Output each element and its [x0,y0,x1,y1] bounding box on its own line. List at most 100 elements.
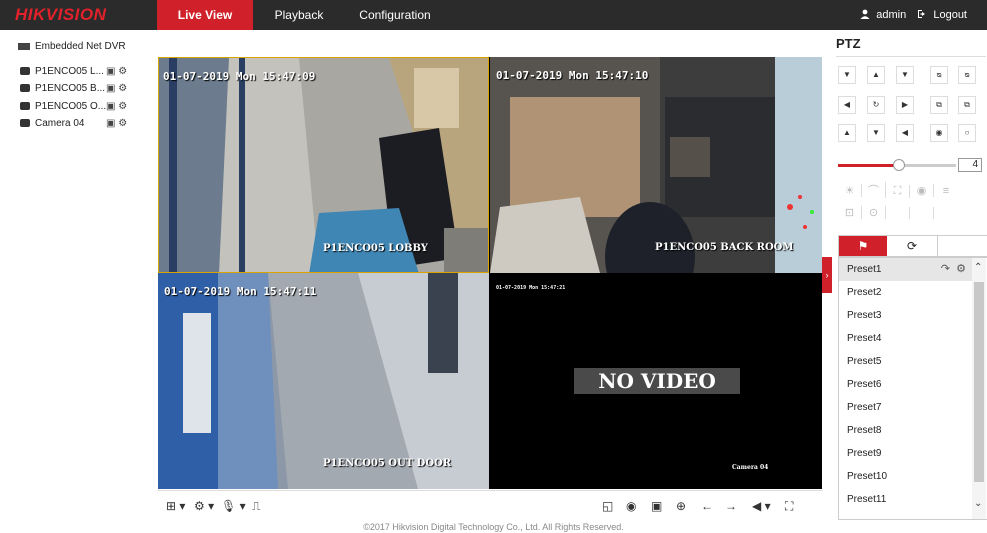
list-item[interactable]: Preset4 [839,327,972,350]
ptz-up-left[interactable]: ▼ [838,66,856,84]
preset-label: Preset5 [847,356,882,367]
device-tree: Embedded Net DVR P1ENCO05 L... ▣ ⚙ P1ENC… [0,30,157,533]
audio-talk-button[interactable]: 🎙 ▾ [221,499,246,513]
list-item[interactable]: Preset6 [839,373,972,396]
window-layout-button[interactable]: ⊞ ▾ [166,499,185,513]
username: admin [876,9,907,21]
ptz-auto-icon[interactable]: ↻ [867,96,885,114]
list-item[interactable]: Preset5 [839,350,972,373]
ptz-down[interactable]: ▼ [867,124,885,142]
tree-item-camera-1[interactable]: P1ENCO05 L... ▣ ⚙ [20,66,127,80]
focus-near-icon[interactable]: ⧉ [930,96,948,114]
ptz-divider [836,56,986,57]
preset-label: Preset4 [847,333,882,344]
list-item[interactable]: Preset1 ↷ ⚙ [839,258,972,281]
zoom-in-icon[interactable]: ᴓ [930,66,948,84]
record-ptz-icons[interactable]: ▣ ⚙ [106,118,127,129]
iris-close-icon[interactable]: ○ [958,124,976,142]
volume-icon[interactable]: ◀ ▾ [752,499,771,513]
ptz-right[interactable]: ▶ [896,96,914,114]
tree-root-dvr[interactable]: Embedded Net DVR [18,41,126,52]
video-grid: 01-07-2019 Mon 15:47:09 P1ENCO05 LOBBY 0… [158,57,822,489]
tab-configuration[interactable]: Configuration [350,0,440,30]
fullscreen-icon[interactable]: ⛶ [785,499,793,514]
osd-timestamp: 01-07-2019 Mon 15:47:11 [164,285,317,298]
ptz-title: PTZ [836,36,861,51]
camera-label: P1ENCO05 L... [35,66,104,77]
ptz-function-row-2: ⊡ ⊙ [838,206,982,226]
video-pane-out-door[interactable]: 01-07-2019 Mon 15:47:11 P1ENCO05 OUT DOO… [158,273,489,489]
ptz-tabs: ⚑ ⟳ [838,235,987,257]
video-feed-out-door [158,273,489,489]
tree-item-camera-2[interactable]: P1ENCO05 B... ▣ ⚙ [20,83,127,97]
focus-far-icon[interactable]: ⧉ [958,96,976,114]
collapse-ptz-handle[interactable]: › [822,257,832,293]
stop-all-button[interactable]: ⎍ [252,499,260,514]
3d-zoom-icon[interactable]: ⊙ [862,206,886,219]
record-ptz-icons[interactable]: ▣ ⚙ [106,83,127,94]
camera-label: P1ENCO05 B... [35,83,106,94]
tab-playback[interactable]: Playback [262,0,336,30]
preset-scrollbar[interactable]: ⌃ ⌄ [972,258,986,519]
light-icon[interactable]: ☀ [838,184,862,197]
ptz-down-left[interactable]: ▲ [838,124,856,142]
preset-label: Preset9 [847,448,882,459]
record-ptz-icons[interactable]: ▣ ⚙ [106,101,127,112]
lens-init-icon[interactable]: ◉ [910,184,934,197]
ptz-up-right[interactable]: ▼ [896,66,914,84]
video-pane-back-room[interactable]: 01-07-2019 Mon 15:47:10 P1ENCO05 BACK RO… [490,57,822,273]
list-item[interactable]: Preset10 [839,465,972,488]
video-feed-back-room [490,57,822,273]
logout-button[interactable]: Logout [917,0,967,30]
list-item[interactable]: Preset11 [839,488,972,511]
menu-icon[interactable]: ≡ [934,185,958,197]
aux-focus-icon[interactable]: ⛶ [886,185,910,198]
preset-label: Preset7 [847,402,882,413]
ptz-speed-value: 4 [958,158,982,172]
tree-item-camera-4[interactable]: Camera 04 ▣ ⚙ [20,118,127,132]
video-feed-lobby [159,58,488,272]
list-item[interactable]: Preset8 [839,419,972,442]
wiper-icon[interactable]: ⌒ [862,182,886,198]
next-page-icon[interactable]: → [725,499,737,513]
stream-type-button[interactable]: ⚙ ▾ [194,499,214,513]
chevron-up-icon[interactable]: ⌃ [974,262,982,273]
snapshot-icon[interactable]: ◉ [626,499,636,513]
user-menu[interactable]: admin [860,0,906,30]
zoom-out-icon[interactable]: ᴓ [958,66,976,84]
ptz-left[interactable]: ◀ [838,96,856,114]
preset-actions[interactable]: ↷ ⚙ [941,258,966,281]
logout-label: Logout [933,9,967,21]
prev-page-icon[interactable]: ← [701,499,713,513]
video-pane-camera-04[interactable]: 01-07-2019 Mon 15:47:21 NO VIDEO Camera … [490,273,822,489]
user-area: admin Logout [852,0,967,30]
chevron-down-icon[interactable]: ⌄ [974,498,982,509]
logout-icon [918,10,926,18]
zoom-icon[interactable]: ⊕ [676,499,686,513]
list-item[interactable]: Preset3 [839,304,972,327]
ptz-speed-slider[interactable] [838,159,956,171]
preset-label: Preset3 [847,310,882,321]
user-icon [860,9,870,19]
video-pane-lobby[interactable]: 01-07-2019 Mon 15:47:09 P1ENCO05 LOBBY [158,57,489,273]
ptz-panel: PTZ ▼ ▲ ▼ ᴓ ᴓ ◀ ↻ ▶ ⧉ ⧉ ▲ ▼ ◀ ◉ ○ 4 ☀ ⌒ ⛶ ◉… [832,30,987,533]
list-item[interactable]: Preset7 [839,396,972,419]
ptz-down-right[interactable]: ◀ [896,124,914,142]
record-ptz-icons[interactable]: ▣ ⚙ [106,66,127,77]
tab-patrols[interactable]: ⟳ [888,236,936,256]
record-icon[interactable]: ▣ [651,499,662,513]
scrollbar-thumb[interactable] [974,282,984,482]
tab-presets[interactable]: ⚑ [839,236,887,256]
tab-live-view[interactable]: Live View [157,0,253,30]
list-item[interactable]: Preset9 [839,442,972,465]
capture-grid-icon[interactable]: ◱ [602,499,613,513]
iris-open-icon[interactable]: ◉ [930,124,948,142]
tab-pattern[interactable] [937,236,985,256]
tree-item-camera-3[interactable]: P1ENCO05 O... ▣ ⚙ [20,101,127,115]
list-item[interactable]: Preset2 [839,281,972,304]
slider-knob[interactable] [893,159,906,171]
ptz-up[interactable]: ▲ [867,66,885,84]
camera-icon [20,84,30,93]
manual-track-icon[interactable]: ⊡ [838,206,862,219]
preset-label: Preset10 [847,471,888,482]
